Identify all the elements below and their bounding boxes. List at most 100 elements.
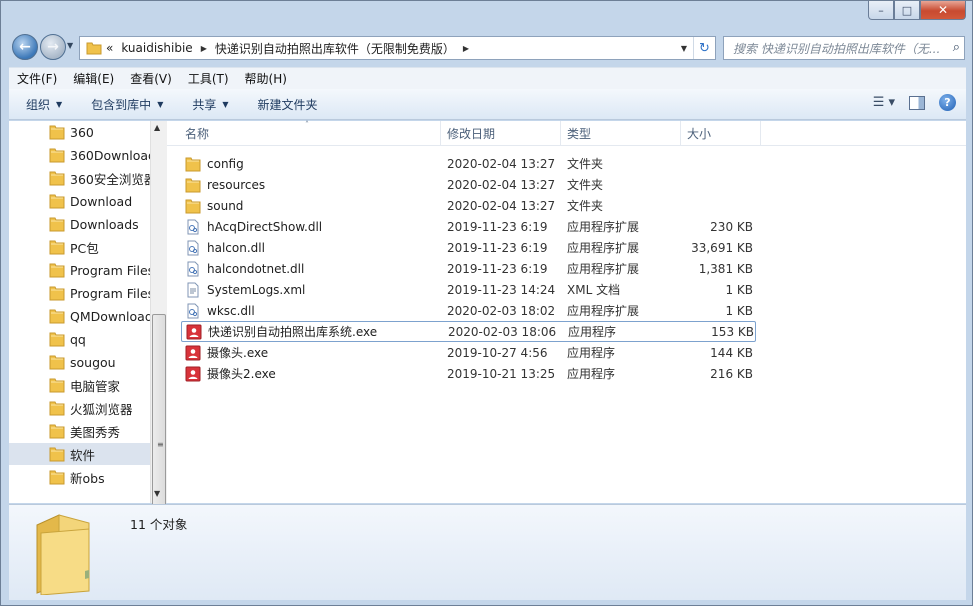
folder-icon [49, 447, 65, 462]
folder-icon [49, 240, 65, 255]
minimize-button[interactable]: – [868, 1, 894, 20]
file-size: 1 KB [725, 303, 753, 318]
nav-item[interactable]: 360 [9, 121, 150, 143]
navigation-scrollbar[interactable]: ▲ ≡ ▼ [150, 121, 167, 572]
folder-icon [49, 263, 65, 278]
address-controls: ▼ ↻ [675, 37, 715, 59]
scroll-up-icon[interactable]: ▲ [154, 123, 160, 132]
nav-item[interactable]: Program Files [9, 259, 150, 281]
nav-item[interactable]: qq [9, 328, 150, 350]
file-size: 1,381 KB [698, 261, 753, 276]
file-row[interactable]: halcondotnet.dll 2019-11-23 6:19 应用程序扩展 1,3… [181, 258, 756, 279]
menu-view[interactable]: 查看(V) [122, 70, 180, 87]
menu-file[interactable]: 文件(F) [9, 70, 65, 87]
file-date: 2019-10-21 13:25 [447, 366, 556, 381]
file-date: 2019-11-23 6:19 [447, 219, 548, 234]
nav-item[interactable]: Program Files [9, 282, 150, 304]
sort-ascending-icon: ˄ [305, 120, 309, 129]
column-header-type[interactable]: 类型 [561, 121, 681, 146]
search-icon[interactable]: ⌕ [953, 40, 960, 55]
column-header-size[interactable]: 大小 [681, 121, 761, 146]
address-history-dropdown[interactable]: ▼ [675, 44, 693, 53]
file-type: 应用程序扩展 [567, 304, 640, 318]
file-row[interactable]: SystemLogs.xml 2019-11-23 14:24 XML 文档 1 KB [181, 279, 756, 300]
nav-item[interactable]: 360Download [9, 144, 150, 166]
refresh-icon[interactable]: ↻ [693, 37, 715, 59]
navigation-pane: 360 360Download 360安全浏览器 Download Downloads P… [9, 121, 150, 503]
breadcrumb-separator-icon[interactable]: ▶ [459, 44, 473, 53]
column-header-name[interactable]: ˄ 名称 [167, 120, 441, 146]
file-name: 快递识别自动拍照出库系统.exe [208, 325, 378, 339]
nav-item[interactable]: 美图秀秀 [9, 420, 150, 442]
breadcrumb-overflow[interactable]: « [102, 37, 117, 59]
navigation-row: ← → ▼ « kuaidishibie ▶ 快递识别自动拍照出库软件（无限制免… [1, 31, 972, 63]
folder-icon [86, 42, 102, 55]
new-folder-button[interactable]: 新建文件夹 [241, 96, 330, 113]
scroll-down-icon[interactable]: ▼ [154, 489, 160, 498]
back-button[interactable]: ← [12, 34, 38, 60]
details-pane: 11 个对象 [9, 504, 966, 600]
organize-button[interactable]: 组织 ▼ [9, 96, 74, 113]
file-row[interactable]: halcon.dll 2019-11-23 6:19 应用程序扩展 33,691 KB [181, 237, 756, 258]
forward-button[interactable]: → [40, 34, 66, 60]
search-box[interactable]: 搜索 快递识别自动拍照出库软件（无... ⌕ [723, 36, 965, 60]
nav-item-label: 新obs [70, 470, 105, 486]
nav-item[interactable]: Download [9, 190, 150, 212]
nav-item[interactable]: 新obs [9, 466, 150, 488]
file-type: 应用程序扩展 [567, 241, 640, 255]
file-row[interactable]: 快递识别自动拍照出库系统.exe 2020-02-03 18:06 应用程序 153 … [181, 321, 756, 342]
file-row[interactable]: wksc.dll 2020-02-03 18:02 应用程序扩展 1 KB [181, 300, 756, 321]
folder-icon [49, 378, 65, 393]
nav-item[interactable]: 火狐浏览器 [9, 397, 150, 419]
chevron-down-icon: ▼ [157, 99, 164, 109]
title-bar[interactable]: – □ ✕ [1, 1, 972, 29]
nav-item[interactable]: 软件 [9, 443, 150, 465]
folder-icon [49, 470, 65, 485]
nav-item-label: 360安全浏览器 [70, 171, 150, 187]
help-icon[interactable]: ? [939, 94, 956, 111]
close-button[interactable]: ✕ [920, 1, 966, 20]
file-name: config [207, 156, 244, 171]
file-row[interactable]: 摄像头.exe 2019-10-27 4:56 应用程序 144 KB [181, 342, 756, 363]
file-row[interactable]: config 2020-02-04 13:27 文件夹 [181, 153, 756, 174]
file-date: 2020-02-04 13:27 [447, 198, 556, 213]
preview-pane-icon[interactable] [909, 95, 925, 110]
exe-icon [185, 366, 201, 382]
nav-item[interactable]: 360安全浏览器 [9, 167, 150, 189]
file-row[interactable]: hAcqDirectShow.dll 2019-11-23 6:19 应用程序扩展 2… [181, 216, 756, 237]
file-name: halcon.dll [207, 240, 265, 255]
nav-item[interactable]: sougou [9, 351, 150, 373]
file-row[interactable]: sound 2020-02-04 13:27 文件夹 [181, 195, 756, 216]
file-row[interactable]: 摄像头2.exe 2019-10-21 13:25 应用程序 216 KB [181, 363, 756, 384]
menu-edit[interactable]: 编辑(E) [65, 70, 122, 87]
nav-item[interactable]: QMDownload [9, 305, 150, 327]
address-bar[interactable]: « kuaidishibie ▶ 快递识别自动拍照出库软件（无限制免费版） ▶ … [79, 36, 716, 60]
breadcrumb-separator-icon[interactable]: ▶ [197, 44, 211, 53]
nav-item[interactable]: 电脑管家 [9, 374, 150, 396]
file-type: 文件夹 [567, 157, 604, 171]
file-date: 2020-02-03 18:06 [448, 324, 557, 339]
file-name: halcondotnet.dll [207, 261, 305, 276]
change-view-icon[interactable]: ☰ ▾ [873, 95, 895, 110]
breadcrumb-kuaidishibie[interactable]: kuaidishibie [117, 37, 196, 59]
maximize-button[interactable]: □ [894, 1, 920, 20]
dll-icon [185, 261, 201, 277]
folder-icon [49, 148, 65, 163]
menu-tools[interactable]: 工具(T) [180, 70, 237, 87]
file-name: hAcqDirectShow.dll [207, 219, 323, 234]
organize-label: 组织 [26, 97, 51, 112]
large-folder-icon [36, 514, 90, 595]
recent-pages-dropdown[interactable]: ▼ [67, 41, 73, 50]
column-header-date[interactable]: 修改日期 [441, 121, 561, 146]
menu-help[interactable]: 帮助(H) [237, 70, 295, 87]
file-size: 33,691 KB [691, 240, 753, 255]
share-button[interactable]: 共享 ▼ [175, 96, 240, 113]
file-row[interactable]: resources 2020-02-04 13:27 文件夹 [181, 174, 756, 195]
folder-icon [49, 309, 65, 324]
nav-item[interactable]: Downloads [9, 213, 150, 235]
file-type: 文件夹 [567, 199, 604, 213]
file-name: resources [207, 177, 266, 192]
include-in-library-button[interactable]: 包含到库中 ▼ [74, 96, 175, 113]
breadcrumb-current-folder[interactable]: 快递识别自动拍照出库软件（无限制免费版） [211, 37, 459, 59]
nav-item[interactable]: PC包 [9, 236, 150, 258]
